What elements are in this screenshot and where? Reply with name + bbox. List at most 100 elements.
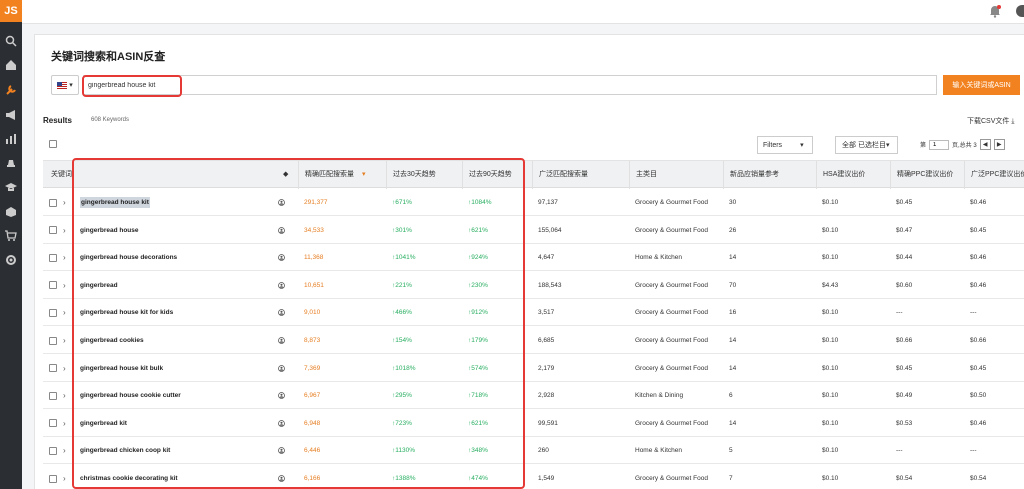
columns-dropdown[interactable]: 全部 已选栏目 ▾ (835, 136, 898, 154)
cell-category: Grocery & Gourmet Food (635, 281, 708, 289)
filters-label: Filters (763, 141, 783, 149)
results-label: Results (43, 116, 72, 125)
row-checkbox[interactable] (49, 364, 57, 373)
search-icon[interactable] (4, 34, 18, 48)
cell-category: Grocery & Gourmet Food (635, 199, 708, 206)
country-select[interactable]: ▾ (51, 75, 79, 95)
row-checkbox-cell (49, 244, 57, 271)
cell-exact-ppc: $0.44 (896, 254, 913, 262)
row-checkbox[interactable] (49, 226, 57, 235)
cell-hsa: $0.10 (822, 475, 839, 482)
header-new-sales[interactable]: 新品应销量参考 (723, 161, 816, 189)
table-highlight-box (72, 158, 525, 489)
bell-icon[interactable] (988, 4, 1002, 18)
cell-category: Kitchen & Dining (635, 392, 684, 400)
top-bar (22, 0, 1024, 24)
expand-chevron-icon[interactable]: › (63, 189, 66, 216)
search-button[interactable]: 输入关键词或ASIN (943, 75, 1020, 95)
cell-category: Grocery & Gourmet Food (635, 337, 708, 344)
expand-chevron-icon[interactable]: › (63, 299, 66, 326)
cell-hsa: $0.10 (822, 254, 839, 262)
row-checkbox-cell (49, 410, 57, 437)
page-number-input[interactable] (929, 139, 950, 150)
expand-chevron-icon[interactable]: › (63, 382, 66, 409)
expand-chevron-icon[interactable]: › (63, 437, 66, 464)
filters-dropdown[interactable]: Filters ▾ (757, 136, 813, 154)
cell-exact-ppc: $0.60 (896, 281, 913, 289)
home-icon[interactable] (4, 58, 18, 72)
cell-broad: 99,591 (538, 419, 558, 427)
hat-icon[interactable] (4, 156, 18, 170)
wrench-icon[interactable] (4, 83, 18, 97)
row-checkbox-cell (49, 382, 57, 409)
cell-broad: 97,137 (538, 199, 558, 206)
sidebar: JS (0, 0, 22, 489)
cell-new-sales: 14 (729, 254, 737, 262)
cell-broad-ppc: $0.46 (970, 419, 987, 427)
cell-category: Home & Kitchen (635, 254, 682, 262)
search-field[interactable] (83, 75, 937, 95)
bar-chart-icon[interactable] (4, 132, 18, 146)
megaphone-icon[interactable] (4, 108, 18, 122)
next-page-button[interactable]: ▶ (993, 139, 1005, 150)
row-checkbox[interactable] (49, 446, 57, 455)
cell-hsa: $0.10 (822, 447, 839, 455)
cell-hsa: $0.10 (822, 337, 839, 344)
expand-chevron-icon[interactable]: › (63, 465, 66, 489)
expand-chevron-icon[interactable]: › (63, 244, 66, 271)
cell-broad: 6,685 (538, 337, 555, 344)
expand-chevron-icon[interactable]: › (63, 327, 66, 354)
cell-exact-ppc: $0.47 (896, 226, 913, 234)
header-exact-ppc[interactable]: 精确PPC建议出价 (890, 161, 964, 189)
row-checkbox[interactable] (49, 419, 57, 428)
row-checkbox[interactable] (49, 336, 57, 345)
cell-hsa: $0.10 (822, 226, 839, 234)
row-checkbox[interactable] (49, 281, 57, 290)
cell-broad: 4,647 (538, 254, 555, 262)
box-icon[interactable] (4, 205, 18, 219)
cell-broad-ppc: $0.50 (970, 392, 987, 400)
expand-chevron-icon[interactable]: › (63, 272, 66, 299)
cell-category: Home & Kitchen (635, 447, 682, 455)
cell-exact-ppc: $0.53 (896, 419, 913, 427)
header-broad-volume[interactable]: 广泛匹配搜索量 (532, 161, 629, 189)
row-checkbox[interactable] (49, 198, 57, 207)
row-checkbox-cell (49, 217, 57, 244)
expand-chevron-icon[interactable]: › (63, 410, 66, 437)
header-broad-ppc[interactable]: 广泛PPC建议出价 (964, 161, 1024, 189)
cell-category: Grocery & Gourmet Food (635, 475, 708, 482)
row-checkbox-cell (49, 299, 57, 326)
cell-broad-ppc: $0.45 (970, 364, 987, 372)
select-all-checkbox[interactable] (49, 140, 57, 148)
prev-page-button[interactable]: ◀ (979, 139, 991, 150)
app-logo[interactable]: JS (0, 0, 22, 22)
row-checkbox[interactable] (49, 391, 57, 400)
cell-new-sales: 14 (729, 364, 737, 372)
cell-broad: 1,549 (538, 475, 555, 482)
download-csv-button[interactable]: 下载CSV文件 ⤓ (967, 116, 1014, 126)
columns-label: 全部 已选栏目 (842, 142, 886, 149)
cell-new-sales: 14 (729, 419, 737, 427)
row-checkbox[interactable] (49, 308, 57, 317)
page-title: 关键词搜索和ASIN反查 (51, 51, 166, 63)
avatar[interactable] (1016, 5, 1024, 17)
row-checkbox-cell (49, 327, 57, 354)
expand-chevron-icon[interactable]: › (63, 217, 66, 244)
header-hsa-bid[interactable]: HSA建议出价 (816, 161, 890, 189)
pagination: 第 页,总共 3 ◀ ▶ (920, 139, 1005, 150)
header-category[interactable]: 主类目 (629, 161, 723, 189)
chevron-down-icon: ▾ (885, 142, 890, 149)
cell-exact-ppc: $0.54 (896, 475, 913, 482)
cell-broad-ppc: --- (970, 447, 977, 455)
cell-new-sales: 16 (729, 309, 737, 317)
gear-icon[interactable] (4, 253, 18, 267)
row-checkbox-cell (49, 189, 57, 216)
cell-broad: 2,928 (538, 392, 555, 400)
cart-icon[interactable] (4, 229, 18, 243)
row-checkbox[interactable] (49, 253, 57, 262)
cell-hsa: $0.10 (822, 364, 839, 372)
row-checkbox[interactable] (49, 474, 57, 483)
graduation-icon[interactable] (4, 180, 18, 194)
expand-chevron-icon[interactable]: › (63, 355, 66, 382)
cell-exact-ppc: --- (896, 309, 903, 317)
